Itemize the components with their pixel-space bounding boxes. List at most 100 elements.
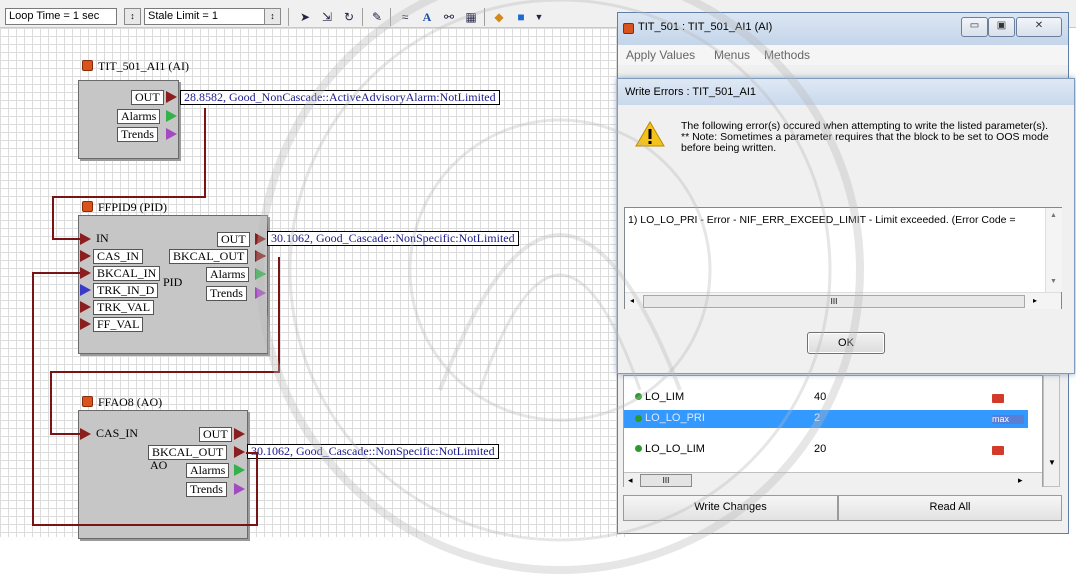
param-alarms[interactable]: Alarms — [206, 267, 250, 282]
read-all-button[interactable]: Read All — [838, 495, 1062, 521]
param-trk-in-d[interactable]: TRK_IN_D — [93, 283, 159, 298]
window-icon — [623, 23, 634, 34]
horizontal-scrollbar[interactable]: ◂ III ▸ — [624, 472, 1042, 488]
alarms-port[interactable] — [255, 268, 266, 280]
warning-icon — [635, 121, 665, 147]
stale-limit-field[interactable]: Stale Limit = 1 — [144, 8, 268, 25]
trk-in-d-port[interactable] — [80, 284, 91, 296]
ao-center-label: AO — [150, 458, 168, 472]
param-trk-val[interactable]: TRK_VAL — [93, 300, 155, 315]
wire — [278, 257, 280, 372]
in-port[interactable] — [80, 233, 91, 245]
close-button[interactable]: ✕ — [1016, 17, 1062, 37]
maximize-button[interactable]: ▣ — [988, 17, 1015, 37]
param-trends[interactable]: Trends — [206, 286, 247, 301]
error-list[interactable]: 1) LO_LO_PRI - Error - NIF_ERR_EXCEED_LI… — [624, 207, 1062, 309]
error-horizontal-scrollbar[interactable]: ◂ III ▸ — [625, 292, 1061, 309]
wire — [52, 196, 206, 198]
dropdown-arrow-icon[interactable]: ▼ — [530, 8, 548, 26]
scroll-right-icon[interactable]: ▸ — [1018, 475, 1023, 486]
scroll-right-icon[interactable]: ▸ — [1033, 296, 1037, 305]
param-trends[interactable]: Trends — [186, 482, 227, 497]
trends-port[interactable] — [255, 287, 266, 299]
scroll-down-icon[interactable]: ▼ — [1050, 278, 1057, 285]
text-icon[interactable]: A — [418, 8, 436, 26]
output-port[interactable] — [255, 233, 266, 245]
wire — [204, 108, 206, 198]
menu-methods[interactable]: Methods — [764, 48, 810, 62]
param-alarms[interactable]: Alarms — [186, 463, 230, 478]
cas-in-port[interactable] — [80, 250, 91, 262]
write-errors-dialog: Write Errors : TIT_501_AI1 The following… — [617, 78, 1075, 374]
trends-port[interactable] — [234, 483, 245, 495]
bkcal-out-port[interactable] — [234, 446, 245, 458]
trk-val-port[interactable] — [80, 301, 91, 313]
param-out[interactable]: OUT — [131, 90, 164, 105]
param-bkcal-out[interactable]: BKCAL_OUT — [169, 249, 249, 264]
diagram-canvas[interactable]: TIT_501_AI1 (AI) OUT Alarms Trends 28.85… — [0, 28, 625, 539]
list-item[interactable]: LO_LO_PRI 2 max — [624, 410, 1028, 428]
param-alarms[interactable]: Alarms — [117, 109, 161, 124]
alarms-port[interactable] — [166, 110, 177, 122]
status-dot-icon — [635, 393, 642, 400]
param-in: IN — [96, 231, 109, 245]
bkcal-out-port[interactable] — [255, 250, 266, 262]
cas-in-port[interactable] — [80, 428, 91, 440]
fill-icon[interactable]: ◆ — [490, 8, 508, 26]
block-title-ai[interactable]: TIT_501_AI1 (AI) — [82, 59, 189, 74]
dialog-message: The following error(s) occured when atte… — [681, 120, 1049, 154]
output-port[interactable] — [234, 428, 245, 440]
select-pointer-icon[interactable]: ➤ — [296, 8, 314, 26]
dialog-titlebar[interactable]: Write Errors : TIT_501_AI1 — [618, 79, 1074, 105]
scroll-left-icon[interactable]: ◂ — [630, 296, 634, 305]
wire — [50, 433, 80, 435]
scroll-down-icon[interactable]: ▼ — [1048, 458, 1056, 467]
connect-icon[interactable]: ⇲ — [318, 8, 336, 26]
window-title: TIT_501 : TIT_501_AI1 (AI) — [638, 21, 773, 33]
block-title-ao[interactable]: FFAO8 (AO) — [82, 395, 162, 410]
ok-button[interactable]: OK — [807, 332, 885, 354]
menu-menus[interactable]: Menus — [714, 48, 750, 62]
wire — [52, 196, 54, 239]
scroll-thumb[interactable]: III — [643, 295, 1025, 308]
list-item[interactable]: LO_LIM 40 — [624, 384, 1028, 410]
param-out[interactable]: OUT — [217, 232, 250, 247]
scroll-left-icon[interactable]: ◂ — [628, 475, 633, 486]
dialog-title: Write Errors : TIT_501_AI1 — [625, 86, 757, 98]
flag-icon — [992, 394, 1004, 403]
window-titlebar[interactable]: TIT_501 : TIT_501_AI1 (AI) ▭ ▣ ✕ — [618, 13, 1068, 45]
layers-icon[interactable]: ■ — [512, 8, 530, 26]
ff-val-port[interactable] — [80, 318, 91, 330]
param-cas-in[interactable]: CAS_IN — [93, 249, 144, 264]
flag-icon — [992, 446, 1004, 455]
menu-apply-values[interactable]: Apply Values — [626, 48, 695, 62]
signal-icon[interactable]: ≈ — [396, 8, 414, 26]
list-item[interactable]: LO_LO_LIM 20 — [624, 436, 1028, 462]
link-icon[interactable]: ⚯ — [440, 8, 458, 26]
param-bkcal-in[interactable]: BKCAL_IN — [93, 266, 161, 281]
pid-center-label: PID — [163, 275, 183, 289]
vertical-scrollbar[interactable]: ▼ — [1043, 375, 1060, 487]
scroll-thumb[interactable]: III — [640, 474, 692, 487]
scroll-up-icon[interactable]: ▲ — [1050, 212, 1057, 219]
tag-icon[interactable]: ✎ — [368, 8, 386, 26]
param-ff-val[interactable]: FF_VAL — [93, 317, 144, 332]
param-out[interactable]: OUT — [199, 427, 232, 442]
loop-time-field[interactable]: Loop Time = 1 sec — [5, 8, 117, 25]
chart-icon[interactable]: ▦ — [462, 8, 480, 26]
stale-limit-spinner[interactable]: ↕ — [264, 8, 281, 25]
limit-icon: max — [992, 415, 1024, 424]
minimize-button[interactable]: ▭ — [961, 17, 988, 37]
output-port[interactable] — [166, 91, 177, 103]
rotate-icon[interactable]: ↻ — [340, 8, 358, 26]
parameter-list[interactable]: LO_LIM 40 LO_LO_PRI 2 max LO_LO_LIM 20 ◂… — [623, 375, 1043, 488]
block-title-pid[interactable]: FFPID9 (PID) — [82, 200, 167, 215]
loop-time-spinner[interactable]: ↕ — [124, 8, 141, 25]
trends-port[interactable] — [166, 128, 177, 140]
param-trends[interactable]: Trends — [117, 127, 158, 142]
wire — [50, 371, 280, 373]
error-vertical-scrollbar[interactable]: ▲ ▼ — [1045, 208, 1062, 292]
bkcal-in-port[interactable] — [80, 267, 91, 279]
alarms-port[interactable] — [234, 464, 245, 476]
write-changes-button[interactable]: Write Changes — [623, 495, 838, 521]
